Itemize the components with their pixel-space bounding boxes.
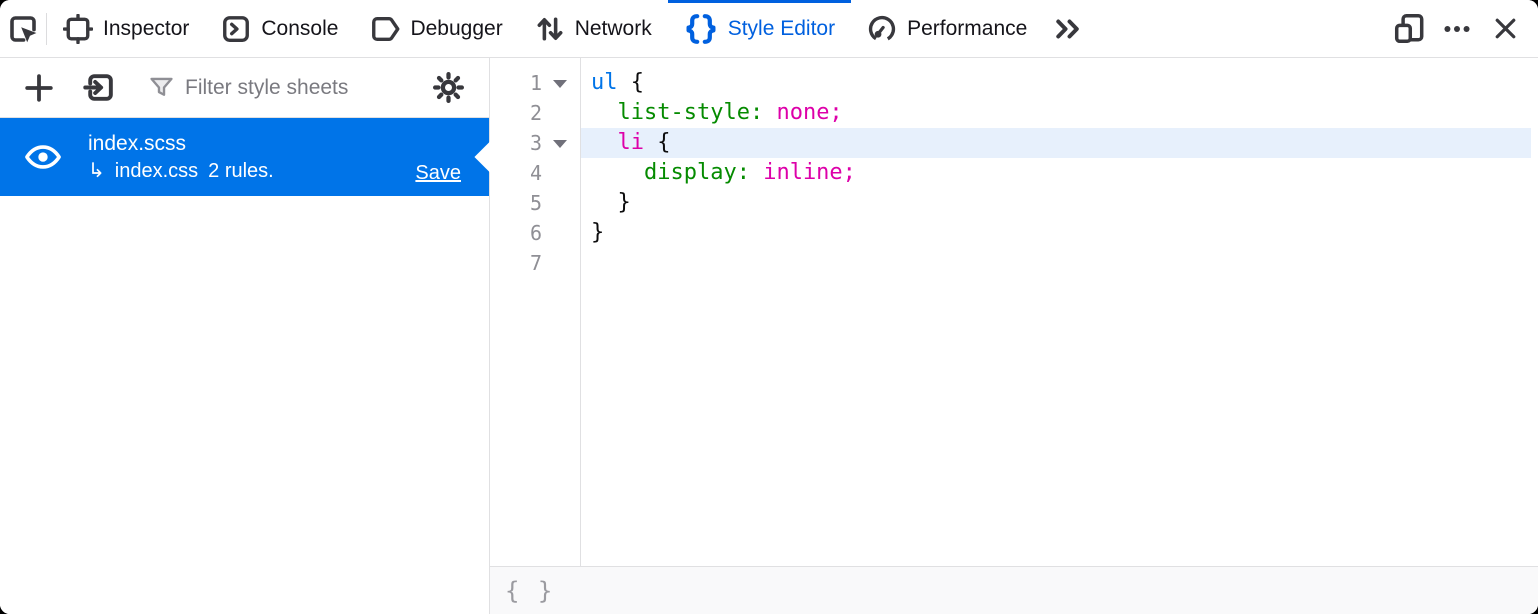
code-line-4[interactable]: display: inline; <box>581 158 1531 188</box>
rules-count: 2 rules. <box>208 159 274 183</box>
chevron-double-right-icon[interactable] <box>1043 0 1093 57</box>
code-token: } <box>591 220 604 245</box>
code-region: 1 2 34 5 6 7 ul { list-style: none; li { disp… <box>490 58 1538 566</box>
line-number: 6 <box>490 221 542 245</box>
gutter-row: 7 <box>490 248 580 278</box>
responsive-design-mode-icon[interactable] <box>1390 13 1428 44</box>
code-token <box>591 160 644 185</box>
fold-arrow-icon[interactable] <box>553 140 567 148</box>
gear-icon[interactable] <box>425 65 471 111</box>
atrules-braces-icon: { } <box>505 577 554 605</box>
tab-label: Inspector <box>103 17 189 41</box>
code-token: li <box>618 130 645 155</box>
tab-label: Style Editor <box>728 17 835 41</box>
close-icon[interactable] <box>1486 15 1524 42</box>
filter-icon <box>148 74 175 101</box>
style-editor-braces-icon <box>684 13 718 45</box>
link-arrow: ↳ <box>88 159 105 183</box>
line-number: 7 <box>490 251 542 275</box>
console-icon <box>221 14 251 44</box>
devtools-window: Inspector Console Debugger Network Style Edi… <box>0 0 1538 614</box>
inspector-icon <box>63 14 93 44</box>
node-picker-icon[interactable] <box>0 0 46 57</box>
code-lines[interactable]: ul { list-style: none; li { display: inl… <box>581 58 1538 566</box>
devtools-toolbar: Inspector Console Debugger Network Style Edi… <box>0 0 1538 58</box>
line-number: 1 <box>490 71 542 95</box>
tab-console[interactable]: Console <box>205 0 354 57</box>
tab-debugger[interactable]: Debugger <box>354 0 518 57</box>
gutter-row: 4 <box>490 158 580 188</box>
editor-gutter: 1 2 34 5 6 7 <box>490 58 581 566</box>
tab-label: Console <box>261 17 338 41</box>
styleeditor-main: index.scss ↳ index.css 2 rules. Save 1 2 3… <box>0 58 1538 614</box>
tab-label: Debugger <box>410 17 502 41</box>
sheet-list-empty-area <box>0 196 489 614</box>
tab-performance[interactable]: Performance <box>851 0 1043 57</box>
tab-inspector[interactable]: Inspector <box>47 0 205 57</box>
toolbar-right-buttons <box>1390 13 1538 44</box>
code-token: ul <box>591 70 618 95</box>
import-icon[interactable] <box>76 65 122 111</box>
editor-footer: { } <box>490 566 1538 614</box>
filter-box <box>148 74 425 101</box>
gutter-row: 2 <box>490 98 580 128</box>
tab-label: Performance <box>907 17 1027 41</box>
performance-icon <box>867 14 897 44</box>
sheet-subtitle: ↳ index.css 2 rules. <box>88 159 274 183</box>
code-token <box>750 160 763 185</box>
code-line-6[interactable]: } <box>581 218 1531 248</box>
filter-style-sheets-input[interactable] <box>183 75 425 101</box>
code-line-1[interactable]: ul { <box>581 68 1531 98</box>
tab-network[interactable]: Network <box>519 0 668 57</box>
debugger-icon <box>370 14 400 44</box>
fold-cell <box>542 138 578 148</box>
code-line-2[interactable]: list-style: none; <box>581 98 1531 128</box>
sheet-name: index.scss <box>88 132 274 156</box>
code-token: { <box>618 70 645 95</box>
stylesheet-item-index-scss[interactable]: index.scss ↳ index.css 2 rules. Save <box>0 118 489 196</box>
code-token <box>591 100 618 125</box>
meatball-menu-icon[interactable] <box>1438 14 1476 44</box>
sheet-info: index.scss ↳ index.css 2 rules. <box>88 132 274 183</box>
gutter-row: 3 <box>490 128 580 158</box>
fold-arrow-icon[interactable] <box>553 80 567 88</box>
code-line-5[interactable]: } <box>581 188 1531 218</box>
linked-file: index.css <box>115 159 198 183</box>
code-token: none; <box>776 100 842 125</box>
gutter-row: 5 <box>490 188 580 218</box>
tab-label: Network <box>575 17 652 41</box>
save-link[interactable]: Save <box>415 162 461 185</box>
code-token: inline; <box>763 160 856 185</box>
sidebar-toolbar <box>0 58 489 118</box>
line-number: 2 <box>490 101 542 125</box>
code-line-7[interactable] <box>581 248 1531 278</box>
stylesheet-sidebar: index.scss ↳ index.css 2 rules. Save <box>0 58 490 614</box>
code-editor: 1 2 34 5 6 7 ul { list-style: none; li { disp… <box>490 58 1538 614</box>
toolbar-tabs: Inspector Console Debugger Network Style Edi… <box>47 0 1043 57</box>
code-token <box>591 130 618 155</box>
gutter-row: 6 <box>490 218 580 248</box>
plus-icon[interactable] <box>16 65 62 111</box>
eye-icon[interactable] <box>20 134 66 180</box>
tab-style-editor[interactable]: Style Editor <box>668 0 851 57</box>
code-token: { <box>644 130 671 155</box>
code-token <box>763 100 776 125</box>
code-line-3[interactable]: li { <box>581 128 1531 158</box>
code-token: display: <box>644 160 750 185</box>
gutter-row: 1 <box>490 68 580 98</box>
network-icon <box>535 14 565 44</box>
code-token: list-style: <box>618 100 764 125</box>
line-number: 5 <box>490 191 542 215</box>
fold-cell <box>542 78 578 88</box>
code-token: } <box>591 190 631 215</box>
